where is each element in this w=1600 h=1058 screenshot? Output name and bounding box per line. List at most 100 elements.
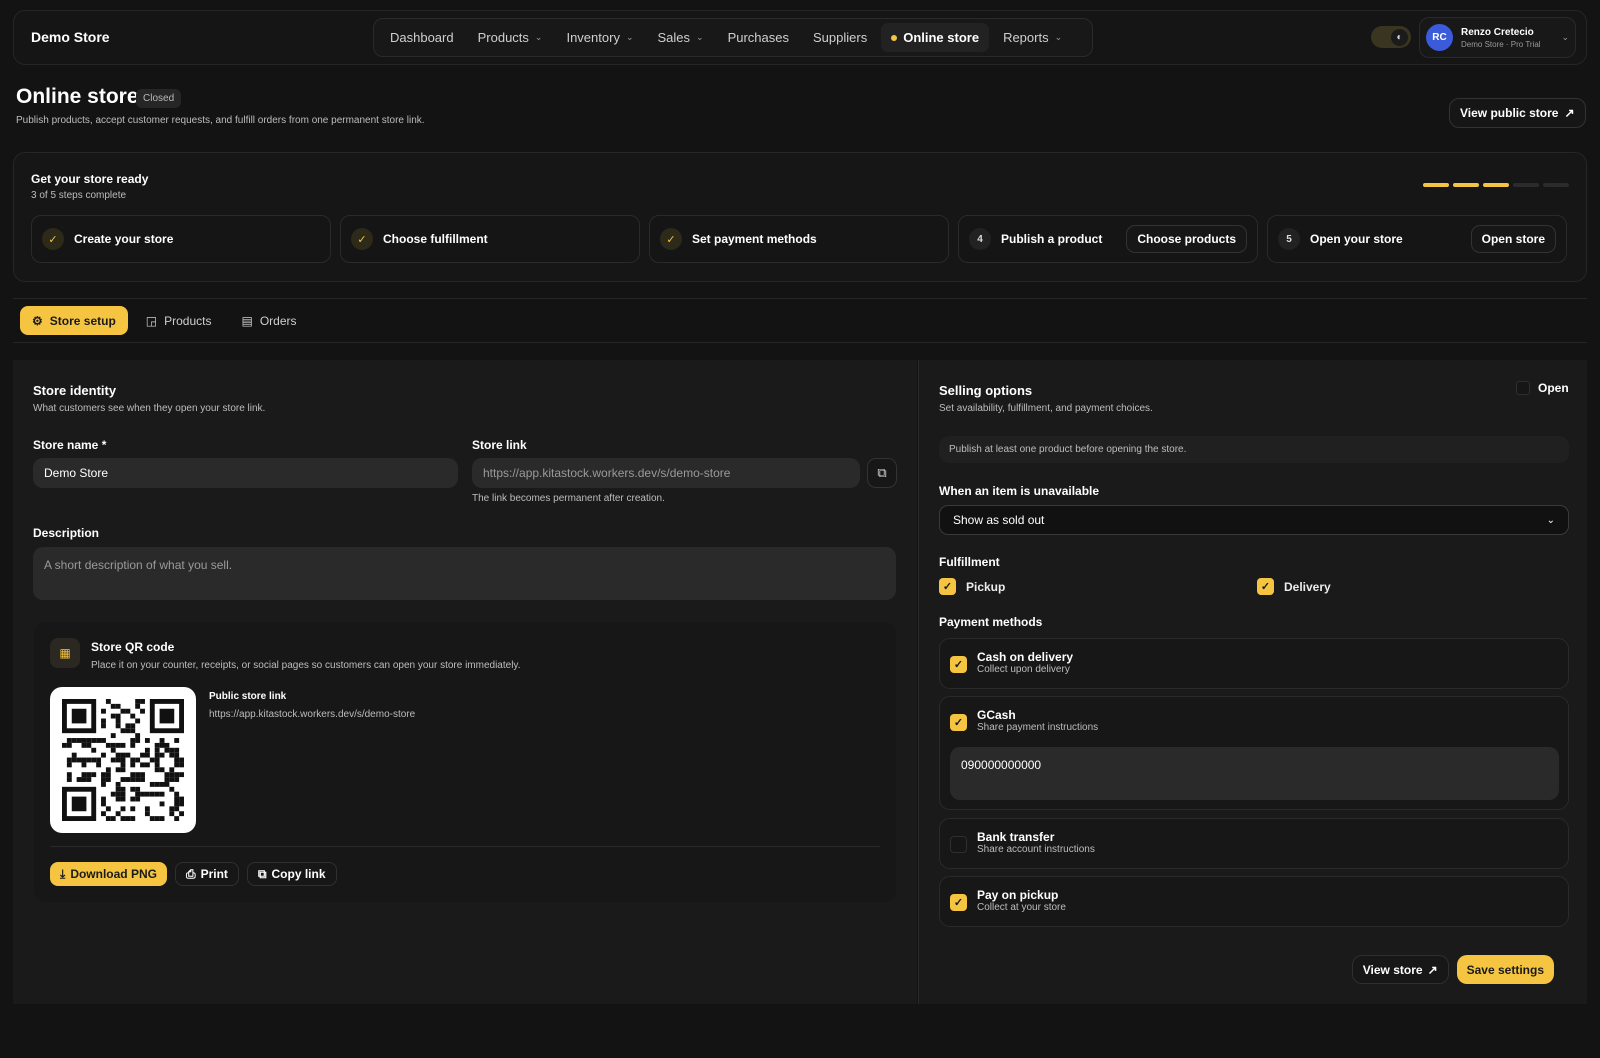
open-label: Open xyxy=(1538,381,1569,395)
copy-link-button[interactable]: ⧉ xyxy=(867,458,897,488)
open-store-toggle[interactable]: Open xyxy=(1516,381,1569,395)
tab-label: Orders xyxy=(259,313,297,328)
qr-link-label: Public store link xyxy=(209,691,287,702)
qr-code-graphic xyxy=(62,699,184,821)
step-open-store: 5 Open your store Open store xyxy=(1267,215,1567,263)
checklist-steps: ✓ Create your store ✓ Choose fulfillment… xyxy=(31,215,1567,263)
nav-dashboard[interactable]: Dashboard xyxy=(380,23,464,52)
step-label: Open your store xyxy=(1310,232,1403,246)
qr-actions: ⤓ Download PNG ⎙ Print ⧉ Copy link xyxy=(50,862,337,886)
tab-orders[interactable]: ▤ Orders xyxy=(229,306,308,335)
payment-title: GCash xyxy=(977,708,1016,722)
payment-subtitle: Share account instructions xyxy=(977,844,1095,855)
user-menu[interactable]: RC Renzo Cretecio Demo Store · Pro Trial… xyxy=(1419,17,1576,58)
section-subtitle: What customers see when they open your s… xyxy=(33,403,266,414)
nav-label: Sales xyxy=(657,30,691,45)
copy-link-qr-button[interactable]: ⧉ Copy link xyxy=(246,862,337,886)
qr-link-value: https://app.kitastock.workers.dev/s/demo… xyxy=(209,709,416,720)
select-value: Show as sold out xyxy=(953,513,1045,527)
payment-info: GCash Share payment instructions xyxy=(977,708,1098,733)
payment-bank-transfer[interactable]: Bank transfer Share account instructions xyxy=(939,818,1569,869)
user-name: Renzo Cretecio xyxy=(1461,26,1534,38)
selling-options-panel: Selling options Set availability, fulfil… xyxy=(918,360,1587,1004)
checklist-progress-bar xyxy=(1423,183,1569,187)
description-textarea[interactable]: A short description of what you sell. xyxy=(33,547,896,600)
step-label: Set payment methods xyxy=(692,232,817,246)
open-store-button[interactable]: Open store xyxy=(1470,225,1556,253)
checkbox-checked[interactable]: ✓ xyxy=(939,578,956,595)
nav-online-store[interactable]: Online store xyxy=(881,23,990,52)
publish-notice: Publish at least one product before open… xyxy=(939,436,1569,463)
section-title: Store identity xyxy=(33,383,117,398)
status-badge: Closed xyxy=(136,89,182,108)
checkbox-checked[interactable]: ✓ xyxy=(950,656,967,673)
check-icon: ✓ xyxy=(660,228,682,250)
nav-label: Online store xyxy=(903,30,980,45)
avatar: RC xyxy=(1426,24,1453,51)
nav-sales[interactable]: Sales ⌄ xyxy=(648,23,714,52)
print-button[interactable]: ⎙ Print xyxy=(174,862,239,886)
step-choose-fulfillment: ✓ Choose fulfillment xyxy=(340,215,640,263)
view-store-button[interactable]: View store ↗ xyxy=(1351,955,1449,984)
checkbox-checked[interactable]: ✓ xyxy=(950,714,967,731)
checkbox-unchecked[interactable] xyxy=(950,836,967,853)
store-name-input[interactable]: Demo Store xyxy=(33,458,458,488)
fulfillment-delivery[interactable]: ✓ Delivery xyxy=(1257,578,1331,595)
check-icon: ✓ xyxy=(351,228,373,250)
nav-suppliers[interactable]: Suppliers xyxy=(803,23,877,52)
nav-products[interactable]: Products ⌄ xyxy=(468,23,553,52)
fulfillment-pickup[interactable]: ✓ Pickup xyxy=(939,578,1005,595)
unavailable-select[interactable]: Show as sold out ⌄ xyxy=(939,505,1569,535)
brand-name[interactable]: Demo Store xyxy=(31,11,110,64)
payment-info: Pay on pickup Collect at your store xyxy=(977,888,1066,913)
qr-code-image xyxy=(50,687,196,833)
store-link-input[interactable]: https://app.kitastock.workers.dev/s/demo… xyxy=(472,458,860,488)
download-png-button[interactable]: ⤓ Download PNG xyxy=(50,862,167,886)
checkbox-checked[interactable]: ✓ xyxy=(950,894,967,911)
checklist-title: Get your store ready xyxy=(31,172,149,186)
payment-subtitle: Collect at your store xyxy=(977,902,1066,913)
setup-checklist-card: Get your store ready 3 of 5 steps comple… xyxy=(13,152,1587,282)
page-title: Online store xyxy=(16,85,139,108)
nav-inventory[interactable]: Inventory ⌄ xyxy=(556,23,643,52)
step-set-payment-methods: ✓ Set payment methods xyxy=(649,215,949,263)
progress-segment xyxy=(1483,183,1509,187)
nav-label: Reports xyxy=(1003,30,1049,45)
chevron-down-icon: ⌄ xyxy=(625,32,634,42)
view-public-store-button[interactable]: View public store ↗ xyxy=(1449,98,1586,128)
save-settings-button[interactable]: Save settings xyxy=(1456,955,1554,984)
tab-store-setup[interactable]: ⚙ Store setup xyxy=(20,306,128,335)
clipboard-icon: ▤ xyxy=(241,313,253,328)
progress-segment xyxy=(1543,183,1569,187)
divider xyxy=(13,342,1587,343)
payment-pay-on-pickup[interactable]: ✓ Pay on pickup Collect at your store xyxy=(939,876,1569,927)
choose-products-button[interactable]: Choose products xyxy=(1126,225,1247,253)
tab-label: Store setup xyxy=(49,313,116,328)
store-link-label: Store link xyxy=(472,438,527,452)
gcash-instructions-input[interactable]: 090000000000 xyxy=(950,747,1559,800)
nav-reports[interactable]: Reports ⌄ xyxy=(993,23,1072,52)
tab-products[interactable]: ◲ Products xyxy=(134,306,224,335)
button-label: View store xyxy=(1362,962,1423,977)
nav-label: Dashboard xyxy=(390,30,454,45)
step-create-store: ✓ Create your store xyxy=(31,215,331,263)
button-label: Copy link xyxy=(271,867,326,881)
checklist-progress-text: 3 of 5 steps complete xyxy=(31,190,127,201)
payment-cash-on-delivery[interactable]: ✓ Cash on delivery Collect upon delivery xyxy=(939,638,1569,689)
checkbox-checked[interactable]: ✓ xyxy=(1257,578,1274,595)
open-checkbox[interactable] xyxy=(1516,381,1530,395)
active-dot-icon xyxy=(891,34,898,41)
qr-title: Store QR code xyxy=(91,640,175,654)
theme-toggle[interactable]: ◐ xyxy=(1371,26,1411,48)
top-navbar: Demo Store Dashboard Products ⌄ Inventory… xyxy=(13,10,1587,65)
sliders-icon: ⚙ xyxy=(32,313,43,328)
nav-label: Products xyxy=(477,30,529,45)
step-number: 4 xyxy=(969,228,991,250)
nav-label: Purchases xyxy=(727,30,789,45)
qr-subtitle: Place it on your counter, receipts, or s… xyxy=(91,660,521,671)
nav-purchases[interactable]: Purchases xyxy=(718,23,799,52)
nav-label: Suppliers xyxy=(813,30,868,45)
step-label: Choose fulfillment xyxy=(383,232,488,246)
payment-gcash[interactable]: ✓ GCash Share payment instructions 09000… xyxy=(939,696,1569,810)
nav-label: Inventory xyxy=(566,30,620,45)
